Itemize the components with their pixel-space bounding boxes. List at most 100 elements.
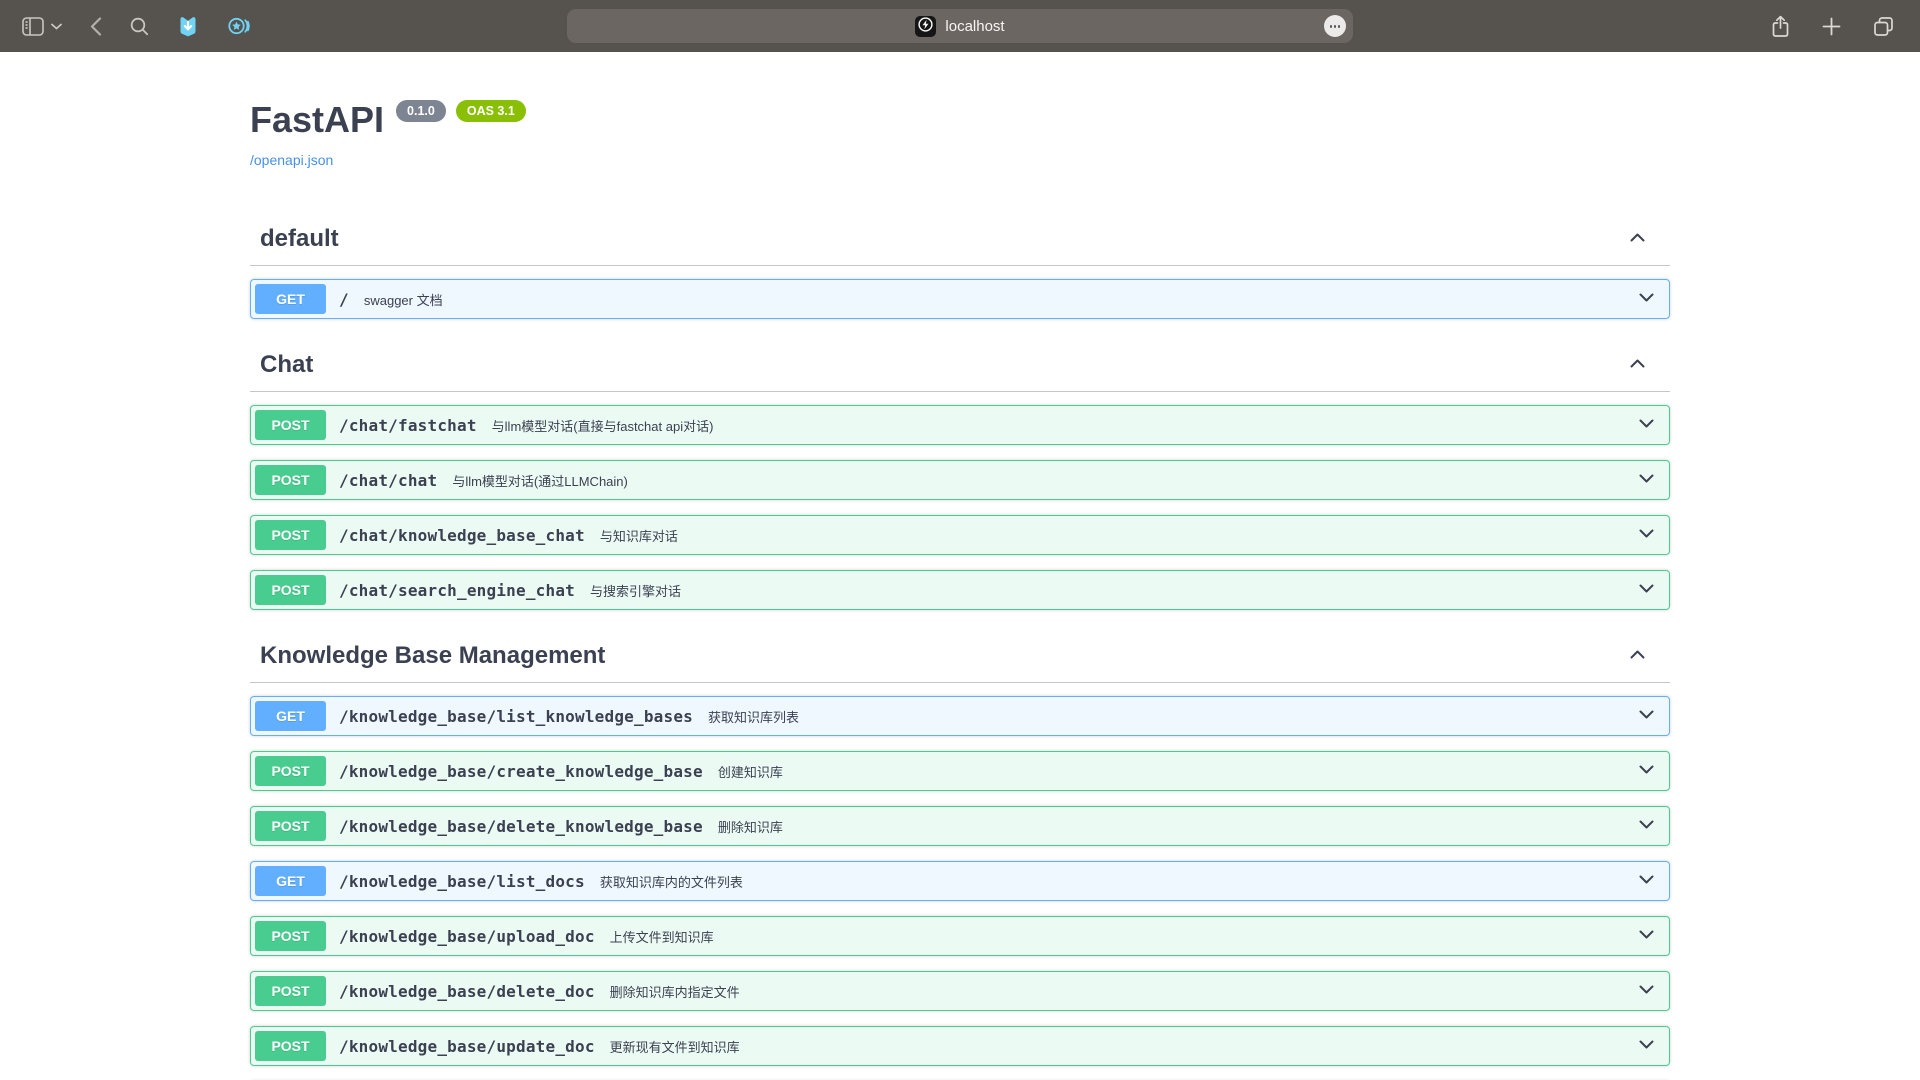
method-badge: POST <box>255 410 326 440</box>
endpoint-description: 创建知识库 <box>718 762 783 781</box>
title-badges: 0.1.0 OAS 3.1 <box>396 100 526 122</box>
section-title: Knowledge Base Management <box>260 642 605 670</box>
endpoint-path: /chat/fastchat <box>339 416 477 435</box>
endpoint-path: /knowledge_base/list_knowledge_bases <box>339 707 693 726</box>
endpoint-path: /knowledge_base/update_doc <box>339 1037 595 1056</box>
endpoint-expand-button[interactable] <box>1636 814 1657 838</box>
endpoint-row[interactable]: POST /chat/knowledge_base_chat 与知识库对话 <box>250 515 1670 555</box>
chevron-up-icon <box>1627 227 1648 251</box>
section-operations: GET / swagger 文档 <box>250 266 1670 319</box>
section-header[interactable]: Knowledge Base Management <box>250 625 1670 683</box>
chevron-down-icon <box>1636 578 1657 602</box>
endpoint-expand-button[interactable] <box>1636 287 1657 311</box>
endpoint-row[interactable]: POST /knowledge_base/delete_knowledge_ba… <box>250 806 1670 846</box>
oas-badge: OAS 3.1 <box>456 100 526 122</box>
endpoint-description: 与llm模型对话(直接与fastchat api对话) <box>492 416 714 435</box>
endpoint-description: 更新现有文件到知识库 <box>610 1037 740 1056</box>
endpoint-expand-button[interactable] <box>1636 413 1657 437</box>
endpoint-description: 与知识库对话 <box>600 526 678 545</box>
chevron-up-icon <box>1627 353 1648 377</box>
endpoint-expand-button[interactable] <box>1636 869 1657 893</box>
version-badge: 0.1.0 <box>396 100 446 122</box>
endpoint-path: /knowledge_base/delete_knowledge_base <box>339 817 703 836</box>
address-bar[interactable]: localhost <box>567 9 1353 43</box>
chevron-down-icon <box>1636 814 1657 838</box>
endpoint-expand-button[interactable] <box>1636 1034 1657 1058</box>
endpoint-row[interactable]: GET /knowledge_base/list_docs 获取知识库内的文件列… <box>250 861 1670 901</box>
endpoint-row[interactable]: POST /chat/chat 与llm模型对话(通过LLMChain) <box>250 460 1670 500</box>
chevron-down-icon <box>1636 287 1657 311</box>
api-title-text: FastAPI <box>250 99 384 141</box>
chevron-down-icon <box>1636 1034 1657 1058</box>
openapi-spec-link[interactable]: /openapi.json <box>250 152 333 168</box>
endpoint-path: /knowledge_base/upload_doc <box>339 927 595 946</box>
method-badge: POST <box>255 1031 326 1061</box>
endpoint-row[interactable]: POST /knowledge_base/upload_doc 上传文件到知识库 <box>250 916 1670 956</box>
section-collapse-button[interactable] <box>1627 644 1648 668</box>
sidebar-menu-button[interactable] <box>51 23 62 30</box>
sidebar-toggle-button[interactable] <box>22 17 44 36</box>
swagger-page: FastAPI 0.1.0 OAS 3.1 /openapi.json defa… <box>0 52 1920 1080</box>
method-badge: POST <box>255 465 326 495</box>
endpoint-description: 上传文件到知识库 <box>610 927 714 946</box>
endpoint-path: /chat/search_engine_chat <box>339 581 575 600</box>
new-tab-plus-icon <box>1822 17 1841 36</box>
back-button[interactable] <box>90 17 102 36</box>
endpoint-path: /chat/chat <box>339 471 437 490</box>
tab-overview-button[interactable] <box>1873 16 1894 37</box>
chevron-down-icon <box>1636 869 1657 893</box>
extension-shield-download-icon <box>177 15 199 37</box>
endpoint-expand-button[interactable] <box>1636 759 1657 783</box>
search-icon <box>130 17 149 36</box>
endpoint-row[interactable]: POST /knowledge_base/create_knowledge_ba… <box>250 751 1670 791</box>
sidebar-toggle-group <box>22 17 62 36</box>
endpoint-row[interactable]: POST /chat/search_engine_chat 与搜索引擎对话 <box>250 570 1670 610</box>
share-button[interactable] <box>1771 15 1790 38</box>
api-info: FastAPI 0.1.0 OAS 3.1 /openapi.json <box>250 52 1670 170</box>
page-title: FastAPI 0.1.0 OAS 3.1 <box>250 99 1670 141</box>
section-title: Chat <box>260 351 313 379</box>
endpoint-expand-button[interactable] <box>1636 924 1657 948</box>
browser-toolbar: localhost <box>0 0 1920 52</box>
endpoint-path: /knowledge_base/list_docs <box>339 872 585 891</box>
endpoint-expand-button[interactable] <box>1636 523 1657 547</box>
extension-download-button[interactable] <box>177 15 199 37</box>
section-title: default <box>260 225 339 253</box>
search-button[interactable] <box>130 17 149 36</box>
endpoint-path: /knowledge_base/delete_doc <box>339 982 595 1001</box>
chevron-down-icon <box>1636 924 1657 948</box>
chevron-down-icon <box>1636 979 1657 1003</box>
endpoint-row[interactable]: POST /chat/fastchat 与llm模型对话(直接与fastchat… <box>250 405 1670 445</box>
api-section: Knowledge Base Management GET /knowledge… <box>250 625 1670 1080</box>
api-section: Chat POST /chat/fastchat 与llm模型对话(直接与fas… <box>250 334 1670 610</box>
method-badge: POST <box>255 520 326 550</box>
endpoint-row[interactable]: POST /knowledge_base/update_doc 更新现有文件到知… <box>250 1026 1670 1066</box>
api-section: default GET / swagger 文档 <box>250 208 1670 319</box>
endpoint-expand-button[interactable] <box>1636 468 1657 492</box>
more-dots-button[interactable] <box>1324 15 1346 37</box>
section-collapse-button[interactable] <box>1627 227 1648 251</box>
endpoint-expand-button[interactable] <box>1636 704 1657 728</box>
section-operations: GET /knowledge_base/list_knowledge_bases… <box>250 683 1670 1080</box>
endpoint-row[interactable]: GET / swagger 文档 <box>250 279 1670 319</box>
endpoint-expand-button[interactable] <box>1636 578 1657 602</box>
section-header[interactable]: Chat <box>250 334 1670 392</box>
lightning-bolt-icon <box>918 17 933 36</box>
endpoint-expand-button[interactable] <box>1636 979 1657 1003</box>
endpoint-path: /chat/knowledge_base_chat <box>339 526 585 545</box>
endpoint-row[interactable]: POST /knowledge_base/delete_doc 删除知识库内指定… <box>250 971 1670 1011</box>
method-badge: GET <box>255 866 326 896</box>
section-operations: POST /chat/fastchat 与llm模型对话(直接与fastchat… <box>250 392 1670 610</box>
method-badge: POST <box>255 921 326 951</box>
endpoint-description: 获取知识库内的文件列表 <box>600 872 743 891</box>
toolbar-left-group <box>0 15 251 37</box>
sidebar-toggle-icon <box>22 17 44 36</box>
back-icon <box>90 17 102 36</box>
section-collapse-button[interactable] <box>1627 353 1648 377</box>
section-header[interactable]: default <box>250 208 1670 266</box>
extension-ripple-button[interactable] <box>227 15 251 37</box>
endpoint-row[interactable]: GET /knowledge_base/list_knowledge_bases… <box>250 696 1670 736</box>
method-badge: GET <box>255 701 326 731</box>
new-tab-button[interactable] <box>1822 17 1841 36</box>
endpoint-description: 获取知识库列表 <box>708 707 799 726</box>
